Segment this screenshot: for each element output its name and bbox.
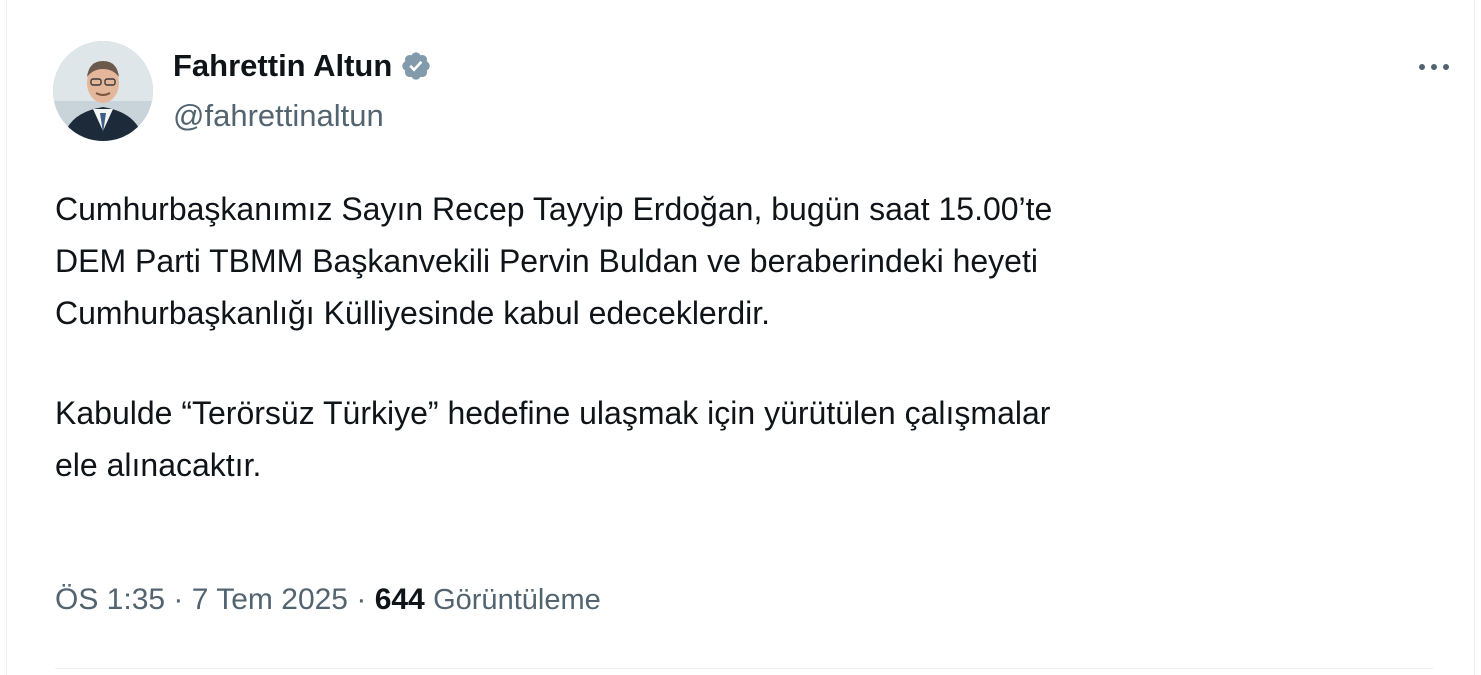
tweet-text-line: ele alınacaktır. xyxy=(55,447,262,483)
tweet-card: Fahrettin Altun @fahrettinaltun Cumhurba… xyxy=(6,0,1475,675)
views-label: Görüntüleme xyxy=(433,584,601,616)
divider xyxy=(55,668,1434,669)
tweet-date[interactable]: 7 Tem 2025 xyxy=(192,583,348,616)
meta-separator: · xyxy=(173,583,184,616)
more-options-button[interactable] xyxy=(1412,52,1456,82)
tweet-text-line: Cumhurbaşkanımız Sayın Recep Tayyip Erdo… xyxy=(55,191,1053,227)
tweet-meta: ÖS 1:35 · 7 Tem 2025 · 644 Görüntüleme xyxy=(55,580,601,620)
author-handle[interactable]: @fahrettinaltun xyxy=(173,96,384,136)
tweet-text-line: DEM Parti TBMM Başkanvekili Pervin Bulda… xyxy=(55,243,1038,279)
views-count: 644 xyxy=(374,583,425,616)
author-name[interactable]: Fahrettin Altun xyxy=(173,46,432,86)
tweet-time[interactable]: ÖS 1:35 xyxy=(55,583,165,616)
author-name-text: Fahrettin Altun xyxy=(173,48,393,83)
verified-badge-icon xyxy=(400,50,432,82)
tweet-text-line: Kabulde “Terörsüz Türkiye” hedefine ulaş… xyxy=(55,395,1051,431)
tweet-text: Cumhurbaşkanımız Sayın Recep Tayyip Erdo… xyxy=(55,183,1455,491)
meta-separator: · xyxy=(356,583,367,616)
avatar-image xyxy=(53,41,153,141)
avatar[interactable] xyxy=(53,41,153,141)
tweet-text-line: Cumhurbaşkanlığı Külliyesinde kabul edec… xyxy=(55,295,771,331)
more-horizontal-icon xyxy=(1419,64,1449,70)
